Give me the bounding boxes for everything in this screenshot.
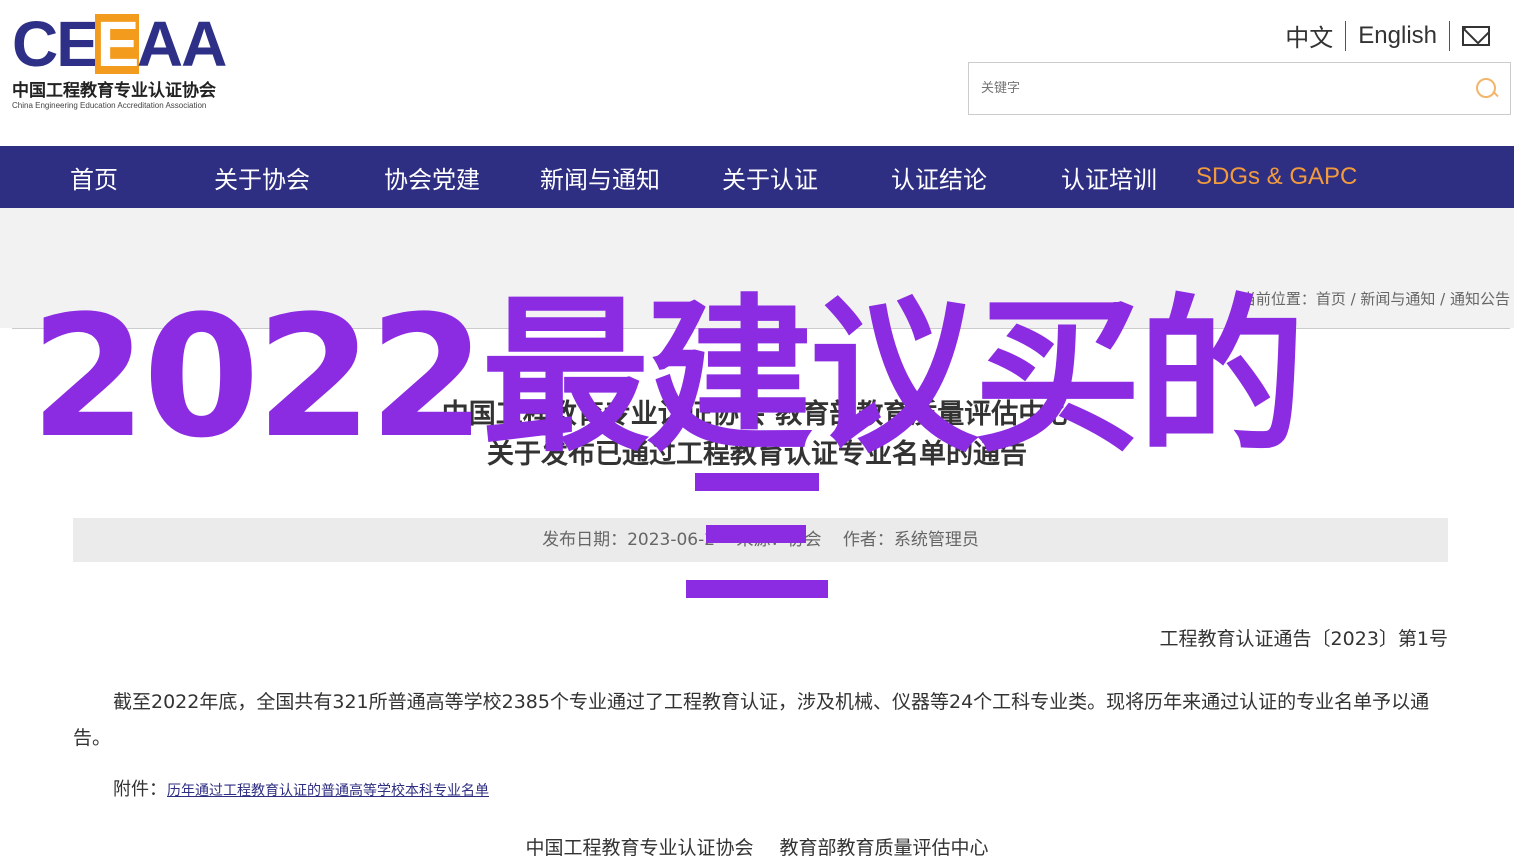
lang-english[interactable]: English <box>1358 22 1437 50</box>
overlay-text: 2022最建议买的 <box>30 279 1306 475</box>
logo-mark: CEEAA <box>12 8 227 80</box>
signature: 中国工程教育专业认证协会 教育部教育质量评估中心 <box>0 833 1514 860</box>
article-body: 截至2022年底，全国共有321所普通高等学校2385个专业通过了工程教育认证，… <box>73 691 1430 749</box>
search-input[interactable] <box>981 81 1476 96</box>
author: 作者：系统管理员 <box>842 530 979 550</box>
nav-sdgs[interactable]: SDGs & GAPC <box>1196 163 1357 191</box>
publish-date: 发布日期：2023-06-2 <box>542 530 716 550</box>
main-nav: 首页 关于协会 协会党建 新闻与通知 关于认证 认证结论 认证培训 SDGs &… <box>0 146 1514 208</box>
nav-about[interactable]: 关于协会 <box>214 160 310 195</box>
search-icon[interactable] <box>1476 77 1498 100</box>
nav-training[interactable]: 认证培训 <box>1061 160 1157 195</box>
divider <box>1449 20 1450 51</box>
attachment: 附件：历年通过工程教育认证的普通高等学校本科专业名单 <box>113 775 489 801</box>
divider <box>1345 20 1347 51</box>
nav-news[interactable]: 新闻与通知 <box>540 160 660 195</box>
nav-conclusions[interactable]: 认证结论 <box>891 160 987 195</box>
nav-home[interactable]: 首页 <box>70 160 118 195</box>
attachment-label: 附件： <box>113 779 167 800</box>
overlay-bar <box>695 473 819 491</box>
header: CEEAA 中国工程教育专业认证协会 China Engineering Edu… <box>0 0 1514 146</box>
lang-chinese[interactable]: 中文 <box>1285 18 1333 53</box>
mail-icon[interactable] <box>1462 25 1490 46</box>
logo-name-cn: 中国工程教育专业认证协会 <box>12 81 216 101</box>
logo[interactable]: CEEAA 中国工程教育专业认证协会 China Engineering Edu… <box>12 8 267 110</box>
overlay-bar <box>686 580 828 598</box>
language-switcher: 中文 English <box>1285 18 1490 53</box>
logo-name-en: China Engineering Education Accreditatio… <box>12 101 207 110</box>
nav-accreditation[interactable]: 关于认证 <box>722 160 818 195</box>
signature-org-1: 中国工程教育专业认证协会 <box>525 837 754 859</box>
attachment-link[interactable]: 历年通过工程教育认证的普通高等学校本科专业名单 <box>167 783 489 799</box>
nav-party[interactable]: 协会党建 <box>384 160 480 195</box>
document-number: 工程教育认证通告〔2023〕第1号 <box>1159 628 1448 650</box>
overlay-bar <box>706 525 806 543</box>
search-box <box>968 62 1511 115</box>
signature-org-2: 教育部教育质量评估中心 <box>779 837 989 859</box>
